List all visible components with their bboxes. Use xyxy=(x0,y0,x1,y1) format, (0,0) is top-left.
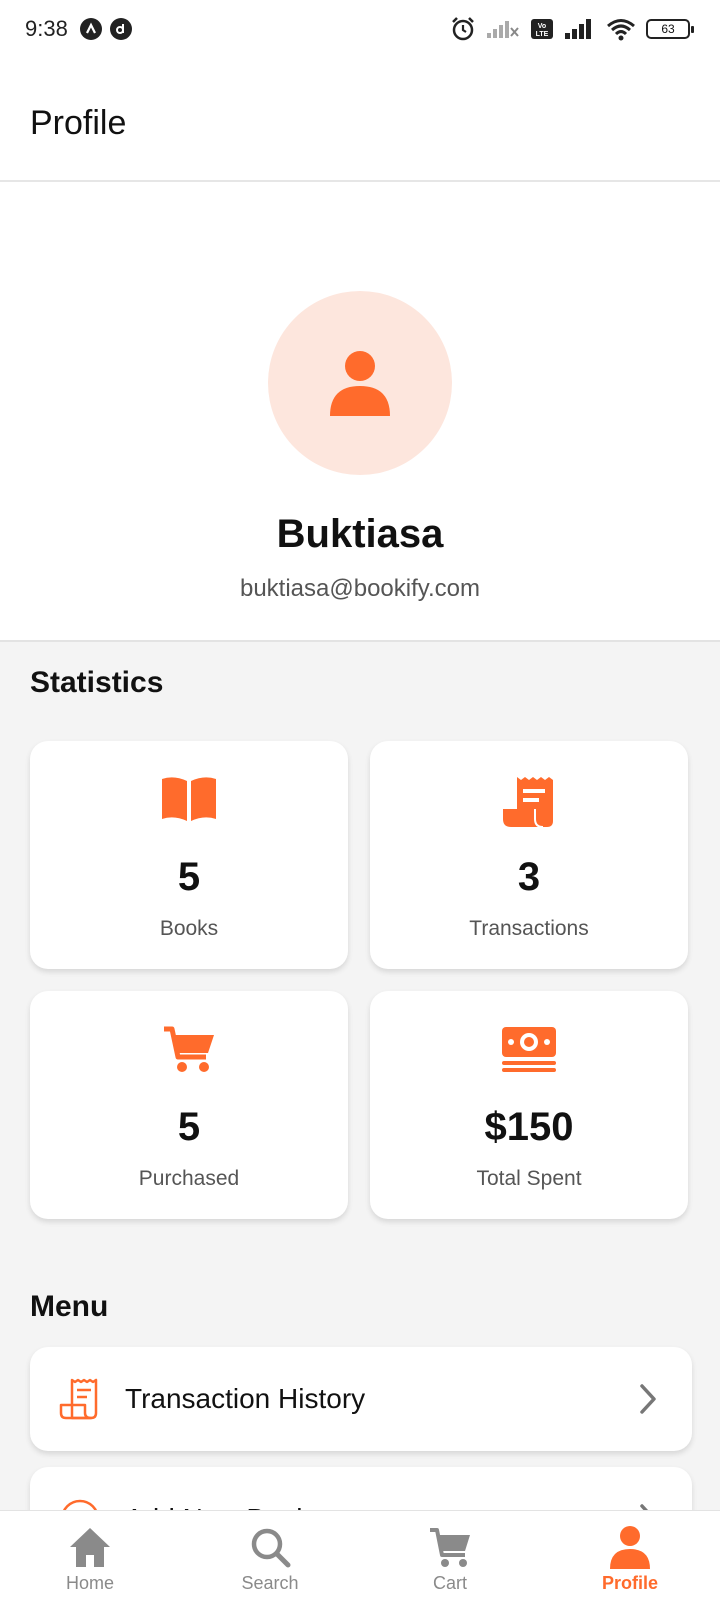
menu-title: Menu xyxy=(30,1290,109,1323)
svg-text:Vo: Vo xyxy=(538,23,546,30)
nav-label-search: Search xyxy=(241,1573,299,1593)
money-icon xyxy=(502,1027,556,1072)
receipt-outline-icon xyxy=(59,1378,98,1420)
stat-label-purchased: Purchased xyxy=(138,1167,240,1190)
chevron-right-icon xyxy=(640,1384,656,1414)
d-icon xyxy=(110,18,132,40)
stat-value-books: 5 xyxy=(177,855,201,899)
search-icon xyxy=(251,1528,291,1568)
cart-icon xyxy=(164,1026,214,1072)
stat-value-transactions: 3 xyxy=(517,855,541,899)
nav-item-cart[interactable]: Cart xyxy=(360,1511,540,1600)
status-time: 9:38 xyxy=(25,16,68,41)
svg-text:LTE: LTE xyxy=(536,31,549,38)
status-bar: 9:38 Vo LTE 63 xyxy=(0,0,720,60)
nav-label-cart: Cart xyxy=(432,1573,467,1593)
nav-item-profile[interactable]: Profile xyxy=(540,1511,720,1600)
status-right-icons: Vo LTE 63 xyxy=(450,16,694,42)
bottom-navigation: Home Search Cart Profile xyxy=(0,1510,720,1600)
menu-item-transaction-history[interactable]: Transaction History xyxy=(30,1347,692,1451)
page-title: Profile xyxy=(30,104,127,142)
nav-item-home[interactable]: Home xyxy=(0,1511,180,1600)
wifi-icon xyxy=(607,19,635,41)
stat-label-total-spent: Total Spent xyxy=(476,1167,582,1190)
menu-item-label: Transaction History xyxy=(125,1383,366,1414)
stat-card-purchased: 5 Purchased xyxy=(30,991,348,1219)
volte-icon: VoLTE xyxy=(531,19,553,39)
receipt-icon xyxy=(503,777,553,828)
person-icon xyxy=(610,1526,650,1569)
stat-label-transactions: Transactions xyxy=(469,917,589,940)
battery-indicator: 63 xyxy=(646,19,694,39)
stat-label-books: Books xyxy=(159,917,219,940)
nav-label-profile: Profile xyxy=(601,1573,658,1593)
status-left-icons xyxy=(80,18,132,40)
n-icon xyxy=(80,18,102,40)
nav-item-search[interactable]: Search xyxy=(180,1511,360,1600)
statistics-title: Statistics xyxy=(30,666,164,699)
user-email: buktiasa@bookify.com xyxy=(239,575,481,602)
nav-label-home: Home xyxy=(65,1573,114,1593)
app-bar: Profile xyxy=(0,60,720,182)
alarm-icon xyxy=(452,17,474,41)
signal-icon xyxy=(565,19,591,39)
person-icon xyxy=(330,351,390,416)
cart-icon xyxy=(430,1528,470,1567)
signal-off-icon xyxy=(487,21,519,38)
book-icon xyxy=(162,777,216,821)
stat-card-books: 5 Books xyxy=(30,741,348,969)
stat-value-purchased: 5 xyxy=(177,1105,201,1149)
stat-card-total-spent: $150 Total Spent xyxy=(370,991,688,1219)
battery-level: 63 xyxy=(661,22,675,36)
stat-value-total-spent: $150 xyxy=(484,1105,574,1149)
user-name: Buktiasa xyxy=(276,512,444,556)
home-icon xyxy=(70,1528,110,1567)
avatar xyxy=(268,291,452,475)
profile-header: Buktiasa buktiasa@bookify.com xyxy=(0,182,720,642)
stat-card-transactions: 3 Transactions xyxy=(370,741,688,969)
